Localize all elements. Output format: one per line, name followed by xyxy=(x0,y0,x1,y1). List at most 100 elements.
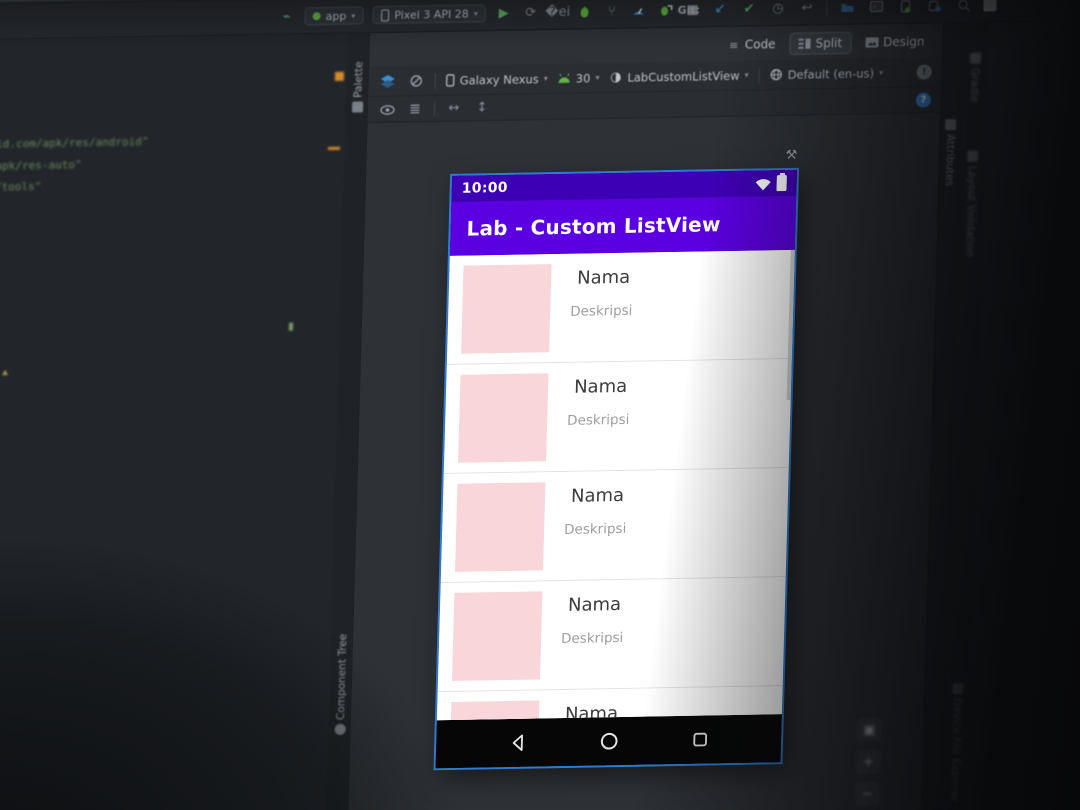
code-line: om/apk/res-auto" xyxy=(0,158,82,174)
theme-selector[interactable]: ◑ LabCustomListView ▾ xyxy=(609,66,749,86)
list-item[interactable]: Nama Deskripsi xyxy=(437,577,786,693)
item-thumbnail xyxy=(458,373,549,463)
chevron-down-icon: ▾ xyxy=(351,11,356,21)
git-commit-icon[interactable]: ✔ xyxy=(740,0,759,18)
gradle-sync-icon[interactable]: ⌁ xyxy=(277,8,296,26)
design-mode-icon xyxy=(865,37,879,48)
home-icon xyxy=(601,732,619,750)
profiler-icon[interactable] xyxy=(629,1,648,19)
code-line: droid.com/apk/res/android" xyxy=(0,135,149,152)
item-name: Nama xyxy=(573,375,628,398)
toolbar-separator xyxy=(758,66,760,83)
run-icon[interactable]: ▶ xyxy=(494,4,513,22)
item-name: Nama xyxy=(576,266,631,289)
debug-icon[interactable] xyxy=(575,2,594,20)
render-issues-badge[interactable]: ! xyxy=(916,64,932,80)
list-item[interactable]: Nama Deskripsi xyxy=(443,358,792,475)
tool-window-device-file-explorer[interactable]: Device File Explorer xyxy=(941,683,970,802)
chevron-down-icon: ▾ xyxy=(595,73,600,83)
listview[interactable]: Nama Deskripsi Nama Deskripsi Nama Deskr… xyxy=(436,249,795,721)
gradle-icon xyxy=(969,52,981,64)
attach-debugger-icon[interactable]: ⑂ xyxy=(602,2,621,20)
help-badge[interactable]: ? xyxy=(915,92,932,108)
chevron-down-icon: ▾ xyxy=(744,70,749,80)
item-thumbnail xyxy=(461,264,552,354)
list-item[interactable]: Nama Deskripsi xyxy=(440,468,789,584)
device-manager-icon[interactable] xyxy=(897,0,916,15)
svg-text:>_: >_ xyxy=(873,4,881,11)
orientation-horizontal-icon[interactable]: ↔ xyxy=(445,99,464,117)
rollback-icon[interactable]: ↩ xyxy=(798,0,817,17)
apply-changes-icon[interactable]: ⟳ xyxy=(521,3,540,21)
toolbar-separator xyxy=(826,0,829,16)
wifi-icon xyxy=(755,178,771,190)
zoom-out-button[interactable]: − xyxy=(855,781,880,806)
module-icon xyxy=(312,12,321,21)
theme-selector-label: LabCustomListView xyxy=(627,68,740,85)
tool-window-gradle[interactable]: Gradle xyxy=(961,52,988,103)
code-warning-icon: ▲ xyxy=(2,367,8,378)
toolbar-separator xyxy=(434,72,436,89)
layout-validation-label: Layout Validation xyxy=(963,165,979,257)
zoom-fit-button[interactable]: ▣ xyxy=(857,717,882,742)
attach-profiler-icon[interactable] xyxy=(656,1,675,19)
editor-mode-tabs: ≡ Code Split Design xyxy=(719,29,932,57)
tab-split-label: Split xyxy=(815,36,843,51)
tab-design[interactable]: Design xyxy=(857,31,933,52)
run-configuration-dropdown[interactable]: app ▾ xyxy=(304,6,364,26)
locale-selector-label: Default (en-us) xyxy=(787,65,875,82)
code-mode-icon: ≡ xyxy=(729,38,739,52)
tab-code-label: Code xyxy=(744,37,776,52)
item-description: Deskripsi xyxy=(569,302,633,320)
code-line: com/tools" xyxy=(0,180,42,195)
toolbar-separator xyxy=(433,100,436,117)
history-icon[interactable]: ◷ xyxy=(769,0,788,17)
api-selector[interactable]: 30 ▾ xyxy=(558,71,600,86)
design-surface[interactable]: ⚒ 10:00 Lab - Custom ListView Nama Deskr… xyxy=(347,113,941,810)
density-icon[interactable]: ≣ xyxy=(406,100,425,118)
apply-code-changes-icon[interactable]: �ei xyxy=(545,3,570,21)
list-item[interactable]: Nama Deskripsi xyxy=(446,249,795,365)
git-update-icon[interactable]: ↙ xyxy=(711,0,730,18)
search-everywhere-icon[interactable] xyxy=(955,0,974,14)
phone-preview[interactable]: 10:00 Lab - Custom ListView Nama Deskrip… xyxy=(435,169,798,769)
tool-window-layout-validation[interactable]: Layout Validation xyxy=(957,150,986,257)
terminal-icon[interactable]: >_ xyxy=(868,0,887,16)
project-folder-icon[interactable] xyxy=(839,0,858,16)
chevron-down-icon: ▾ xyxy=(473,8,478,18)
status-time: 10:00 xyxy=(461,179,509,197)
locale-selector[interactable]: Default (en-us) ▾ xyxy=(769,66,883,82)
stretch-ide-icon[interactable] xyxy=(983,0,998,12)
palette-tab[interactable]: Palette xyxy=(347,61,369,113)
device-file-explorer-icon xyxy=(951,683,964,695)
scrollbar-error-marker[interactable] xyxy=(334,71,345,81)
tab-code[interactable]: ≡ Code xyxy=(719,32,783,57)
component-tree-label: Component Tree xyxy=(334,633,349,721)
item-thumbnail xyxy=(448,700,540,721)
recents-icon xyxy=(693,732,708,747)
tab-split[interactable]: Split xyxy=(789,31,852,55)
attributes-label: Attributes xyxy=(942,134,957,187)
view-options-icon[interactable] xyxy=(378,100,397,118)
target-device-dropdown[interactable]: Pixel 3 API 28 ▾ xyxy=(372,4,486,25)
zoom-in-button[interactable]: + xyxy=(856,749,881,774)
orientation-vertical-icon[interactable]: ↕ xyxy=(473,99,492,117)
gradle-label: Gradle xyxy=(967,67,981,103)
git-label: Git: xyxy=(677,2,701,17)
item-thumbnail xyxy=(451,591,543,681)
device-selector-label: Galaxy Nexus xyxy=(459,71,539,88)
disable-tools-icon[interactable] xyxy=(407,72,426,90)
item-description: Deskripsi xyxy=(566,411,630,429)
component-tree-tab[interactable]: Component Tree xyxy=(330,634,354,736)
sdk-manager-icon[interactable] xyxy=(926,0,945,15)
device-selector[interactable]: Galaxy Nexus ▾ xyxy=(446,72,548,88)
globe-icon xyxy=(770,69,782,81)
scrollbar-warning-marker[interactable] xyxy=(327,146,340,151)
item-name: Nama xyxy=(570,484,625,507)
split-mode-icon xyxy=(798,38,811,49)
design-surface-icon[interactable] xyxy=(379,72,398,90)
code-editor[interactable]: " droid.com/apk/res/android" om/apk/res-… xyxy=(0,33,351,810)
item-description: Deskripsi xyxy=(560,629,624,648)
caret-marker xyxy=(288,322,294,331)
zoom-controls: ▣ + − xyxy=(855,717,882,806)
